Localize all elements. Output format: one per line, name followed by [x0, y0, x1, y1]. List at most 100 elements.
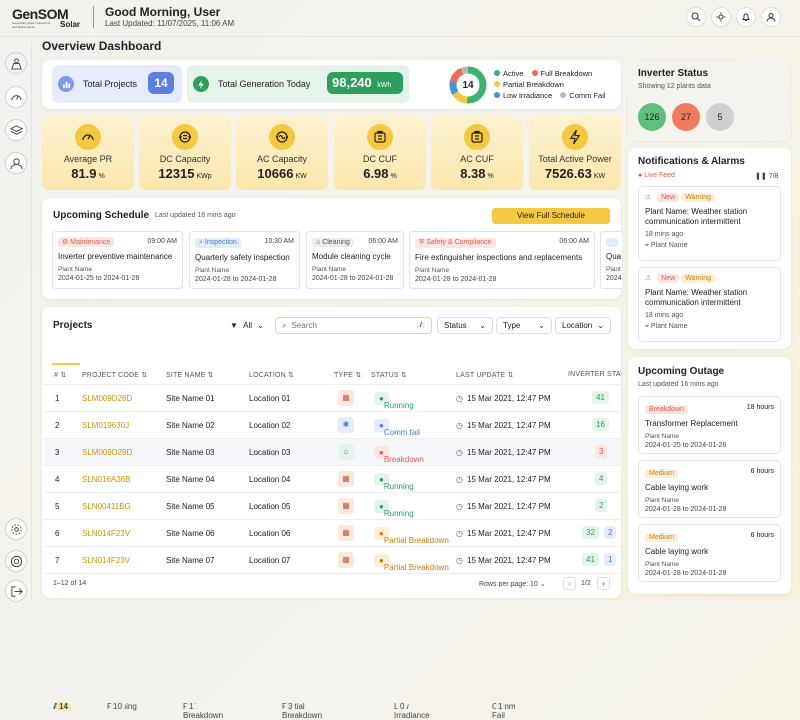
schedule-strip: ⚙ Maintenance 09:00 AM Inverter preventi… [52, 231, 622, 291]
table-cell: 15 Mar 2021, 12:47 PM [467, 556, 551, 565]
settings-gear-icon[interactable] [5, 518, 27, 540]
total-projects-box[interactable]: Total Projects 14 [52, 65, 182, 103]
legend-partial-breakdown: Partial Breakdown [494, 80, 564, 89]
clock-icon: ◷ [456, 448, 463, 457]
logo[interactable]: GenSOM Solar Generating Solar Operations… [12, 6, 88, 32]
col-last-update[interactable]: LAST UPDATE ⇅ [456, 371, 514, 379]
logout-icon[interactable] [5, 580, 27, 602]
schedule-plant: Plant Name [312, 266, 346, 273]
hybrid-type-icon: ⌂ [338, 444, 354, 460]
table-row[interactable]: 6 SLN014F23V Site Name 06 Location 06 ▦ ● P… [44, 519, 622, 546]
schedule-item-title: Qua [606, 252, 622, 261]
kpi-label: AC CUF [460, 154, 494, 164]
clock-icon: ◷ [456, 529, 463, 538]
kpi-value-wrap: 6.98% [334, 166, 426, 181]
col-status[interactable]: STATUS ⇅ [371, 371, 407, 379]
next-page-button[interactable]: › [597, 577, 610, 590]
sun-theme-icon[interactable] [711, 7, 731, 27]
summary-card: Total Projects 14 Total Generation Today… [42, 60, 621, 109]
notification-item[interactable]: ⚠ New Warning Plant Name: Weather statio… [638, 267, 781, 342]
support-icon[interactable] [5, 550, 27, 572]
table-cell: 15 Mar 2021, 12:47 PM [467, 529, 551, 538]
col-project-code[interactable]: PROJECT CODE ⇅ [82, 371, 147, 379]
schedule-item-title: Module cleaning cycle [312, 252, 391, 261]
location-dropdown[interactable]: Location ⌄ [555, 317, 611, 334]
sun-panel-icon[interactable] [5, 52, 27, 74]
table-row[interactable]: 4 SLN016A36B Site Name 04 Location 04 ▦ ● R… [44, 465, 622, 492]
lightning-icon [562, 124, 588, 150]
solar-type-icon: ▦ [338, 525, 354, 541]
table-cell: 3 [55, 448, 60, 457]
outage-hours: 6 hours [750, 532, 774, 539]
col-number[interactable]: # ⇅ [54, 371, 66, 379]
search-box[interactable]: ⌕ / [275, 317, 432, 334]
prev-page-button[interactable]: ‹ [563, 577, 576, 590]
total-generation-unit: kWh [377, 82, 392, 89]
col-location[interactable]: LOCATION ⇅ [249, 371, 294, 379]
schedule-item[interactable]: ⚙ Maintenance 09:00 AM Inverter preventi… [52, 231, 183, 289]
status-badge: ● Running [374, 473, 414, 491]
table-row[interactable]: 2 SLM019630J Site Name 02 Location 02 ✱ ● C… [44, 411, 622, 438]
kpi-total-active-power[interactable]: Total Active Power 7526.63 KW [529, 116, 621, 190]
outage-plant: Plant Name [645, 497, 679, 504]
outage-item-title: Cable laying work [645, 483, 709, 492]
outage-tag: Breakdown [645, 405, 689, 414]
col-site-name[interactable]: SITE NAME ⇅ [166, 371, 214, 379]
rows-per-page[interactable]: Rows per page: 10 ⌄ [479, 580, 546, 588]
kpi-ac-cuf[interactable]: AC CUF 8.38% [431, 116, 523, 190]
gauge-icon[interactable] [5, 86, 27, 108]
filter-all-dropdown[interactable]: ▼ All ⌄ [224, 317, 270, 334]
lightning-icon [193, 76, 209, 92]
table-row[interactable]: 7 SLN014F23V Site Name 07 Location 07 ▦ ● P… [44, 546, 622, 573]
kpi-value-wrap: 7526.63 KW [529, 166, 621, 181]
inverter-green-count[interactable]: 126 [638, 103, 666, 131]
view-full-schedule-button[interactable]: View Full Schedule [492, 208, 610, 224]
inverter-grey-count[interactable]: 5 [706, 103, 734, 131]
type-dropdown[interactable]: Type ⌄ [496, 317, 552, 334]
notification-time: 18 mins ago [645, 231, 684, 238]
table-cell: 6 [55, 529, 60, 538]
kpi-average-pr[interactable]: Average PR 81.9% [42, 116, 134, 190]
table-row[interactable]: 5 SLN00411BG Site Name 05 Location 05 ▦ ● R… [44, 492, 622, 519]
schedule-time: 06:00 AM [368, 238, 398, 245]
status-dropdown[interactable]: Status ⌄ [437, 317, 493, 334]
outage-tag: Medium [645, 533, 678, 542]
user-icon[interactable] [5, 152, 27, 174]
profile-icon[interactable] [761, 7, 781, 27]
layers-icon[interactable] [5, 119, 27, 141]
outage-item[interactable]: Medium 6 hours Cable laying work Plant N… [638, 460, 781, 518]
col-type[interactable]: TYPE ⇅ [334, 371, 361, 379]
notifications-pager[interactable]: ❚❚ 7/8 [755, 172, 778, 180]
tab-active-underline [52, 363, 80, 365]
bell-icon[interactable] [736, 7, 756, 27]
notification-item[interactable]: ⚠ New Warning Plant Name: Weather statio… [638, 186, 781, 261]
search-icon[interactable] [686, 7, 706, 27]
col-inverter-stat[interactable]: INVERTER STAT [568, 371, 621, 378]
outage-dates: 2024-01-25 to 2024-01-26 [645, 442, 727, 449]
table-row[interactable]: 3 SLM009D29D Site Name 03 Location 03 ⌂ ● B… [44, 438, 622, 465]
table-row[interactable]: 1 SLM009D26D Site Name 01 Location 01 ▦ ● R… [44, 384, 622, 411]
outage-hours: 18 hours [746, 404, 774, 411]
kpi-ac-capacity[interactable]: AC Capacity 10666 KW [236, 116, 328, 190]
clock-icon: ◷ [456, 394, 463, 403]
schedule-item[interactable]: ⛨ Safety & Compliance 06:00 AM Fire exti… [409, 231, 595, 289]
kpi-value: 81.9 [71, 166, 97, 181]
total-generation-box[interactable]: Total Generation Today 98,240 kWh [187, 65, 409, 103]
schedule-item[interactable]: ⌂ Cleaning 06:00 AM Module cleaning cycl… [306, 231, 404, 289]
pause-icon: ❚❚ [755, 173, 769, 180]
schedule-item-title: Fire extinguisher inspections and replac… [415, 253, 583, 262]
outage-item[interactable]: Medium 6 hours Cable laying work Plant N… [638, 524, 781, 582]
table-cell: Site Name 06 [166, 529, 215, 538]
kpi-dc-capacity[interactable]: DC Capacity 12315 KWp [139, 116, 231, 190]
notification-text: Plant Name: Weather station communicatio… [645, 207, 748, 226]
notifications-title: Notifications & Alarms [638, 156, 745, 167]
kpi-dc-cuf[interactable]: DC CUF 6.98% [334, 116, 426, 190]
inverter-red-count[interactable]: 27 [672, 103, 700, 131]
schedule-time: 09:00 AM [147, 238, 177, 245]
schedule-item[interactable]: Qua Plant Name 2024 [600, 231, 622, 289]
outage-item[interactable]: Breakdown 18 hours Transformer Replaceme… [638, 396, 781, 454]
search-input[interactable] [291, 321, 392, 330]
schedule-item[interactable]: ⌕ Inspection 10:30 AM Quarterly safety i… [189, 231, 300, 289]
outage-item-title: Cable laying work [645, 547, 709, 556]
inverter-status-title: Inverter Status [638, 68, 709, 79]
